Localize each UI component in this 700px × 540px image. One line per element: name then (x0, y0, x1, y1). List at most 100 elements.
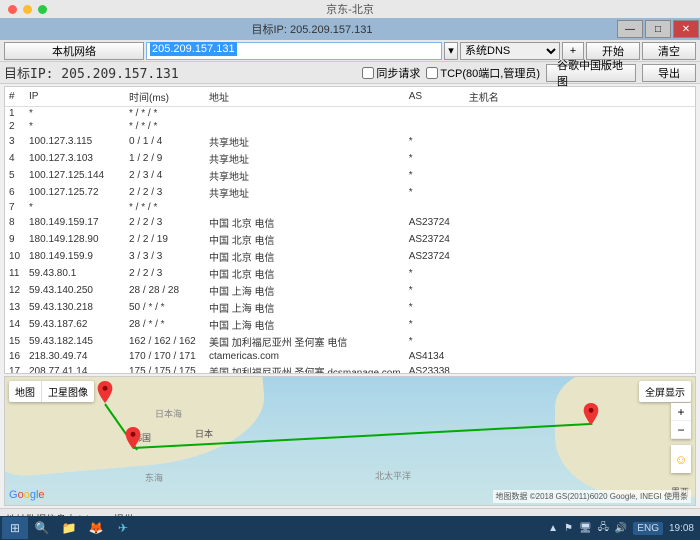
map-fullscreen-button[interactable]: 全屏显示 (639, 381, 691, 402)
trace-table-wrap[interactable]: #IP时间(ms)地址AS主机名 1** / * / *2** / * / *3… (4, 86, 696, 374)
table-cell (465, 201, 695, 214)
table-cell: 1 (5, 107, 25, 121)
table-cell: AS23724 (405, 231, 465, 248)
start-button-icon[interactable]: ⊞ (2, 517, 28, 539)
table-row[interactable]: 16218.30.49.74170 / 170 / 171ctamericas.… (5, 350, 695, 363)
tray-icon[interactable]: 🔊 (615, 523, 627, 534)
column-header[interactable]: # (5, 87, 25, 107)
table-cell: 162 / 162 / 162 (125, 333, 205, 350)
table-cell: * (405, 265, 465, 282)
tray-icon[interactable]: ▲ (548, 523, 558, 534)
table-cell: 共享地址 (205, 167, 405, 184)
streetview-peg-icon[interactable]: ☺ (671, 445, 691, 473)
table-cell (465, 248, 695, 265)
table-cell (465, 363, 695, 374)
map-pin-icon[interactable] (583, 403, 599, 425)
table-row[interactable]: 2** / * / * (5, 120, 695, 133)
table-cell: 2 / 2 / 19 (125, 231, 205, 248)
table-cell (405, 201, 465, 214)
table-row[interactable]: 8180.149.159.172 / 2 / 3中国 北京 电信AS23724 (5, 214, 695, 231)
table-cell (465, 333, 695, 350)
task-icon[interactable]: 🦊 (83, 517, 109, 539)
map-panel[interactable]: 日本海 日本 韩国 东海 北太平洋 墨西 地图 卫星图像 全屏显示 + − ☺ … (4, 376, 696, 506)
table-cell: * (25, 120, 125, 133)
mac-zoom-icon[interactable] (38, 5, 47, 14)
table-cell: 17 (5, 363, 25, 374)
clear-button[interactable]: 清空 (642, 42, 696, 60)
export-button[interactable]: 导出 (642, 64, 696, 82)
table-cell: 59.43.80.1 (25, 265, 125, 282)
table-row[interactable]: 1159.43.80.12 / 2 / 3中国 北京 电信* (5, 265, 695, 282)
map-pin-icon[interactable] (97, 381, 113, 403)
table-row[interactable]: 1359.43.130.21850 / * / *中国 上海 电信* (5, 299, 695, 316)
table-cell: * (25, 107, 125, 121)
table-cell (205, 120, 405, 133)
table-row[interactable]: 1** / * / * (5, 107, 695, 121)
map-label: 北太平洋 (375, 469, 411, 482)
tray-icon[interactable]: 🖧 (598, 520, 609, 537)
minimize-button[interactable]: — (617, 20, 643, 38)
table-cell: 中国 北京 电信 (205, 214, 405, 231)
task-icon[interactable]: 🔍 (29, 517, 55, 539)
column-header[interactable]: IP (25, 87, 125, 107)
tray-icon[interactable]: ⚑ (564, 523, 573, 534)
table-cell: 12 (5, 282, 25, 299)
windows-taskbar: ⊞ 🔍 📁 🦊 ✈ ▲ ⚑ 🖥 🖧 🔊 ENG 19:08 (0, 516, 700, 540)
table-cell: 100.127.125.72 (25, 184, 125, 201)
target-ip-input[interactable]: 205.209.157.131 (146, 42, 442, 60)
tray-icon[interactable]: 🖥 (579, 523, 592, 534)
table-cell: 59.43.140.250 (25, 282, 125, 299)
dns-select[interactable]: 系统DNS (460, 42, 560, 60)
table-cell: 100.127.3.103 (25, 150, 125, 167)
clock[interactable]: 19:08 (669, 523, 694, 534)
table-row[interactable]: 4100.127.3.1031 / 2 / 9共享地址* (5, 150, 695, 167)
table-cell: 中国 上海 电信 (205, 316, 405, 333)
map-tab-map[interactable]: 地图 (9, 381, 42, 402)
table-row[interactable]: 1459.43.187.6228 / * / *中国 上海 电信* (5, 316, 695, 333)
language-indicator[interactable]: ENG (633, 522, 663, 535)
mac-close-icon[interactable] (8, 5, 17, 14)
table-cell: 2 / 3 / 4 (125, 167, 205, 184)
map-label: 东海 (145, 471, 163, 484)
sync-request-checkbox[interactable]: 同步请求 (362, 65, 420, 81)
zoom-in-button[interactable]: + (671, 403, 691, 421)
table-cell: 11 (5, 265, 25, 282)
table-row[interactable]: 6100.127.125.722 / 2 / 3共享地址* (5, 184, 695, 201)
table-cell: * (405, 282, 465, 299)
table-row[interactable]: 7** / * / * (5, 201, 695, 214)
table-cell: 13 (5, 299, 25, 316)
task-icon[interactable]: 📁 (56, 517, 82, 539)
table-cell: * (405, 316, 465, 333)
column-header[interactable]: AS (405, 87, 465, 107)
table-row[interactable]: 5100.127.125.1442 / 3 / 4共享地址* (5, 167, 695, 184)
task-icon[interactable]: ✈ (110, 517, 136, 539)
local-network-button[interactable]: 本机网络 (4, 42, 144, 60)
ip-dropdown-icon[interactable]: ▾ (444, 42, 458, 60)
map-type-tabs[interactable]: 地图 卫星图像 (9, 381, 94, 402)
tcp80-checkbox[interactable]: TCP(80端口,管理员) (426, 65, 540, 81)
table-cell: 中国 北京 电信 (205, 231, 405, 248)
map-pin-icon[interactable] (125, 427, 141, 449)
zoom-out-button[interactable]: − (671, 421, 691, 439)
table-row[interactable]: 1559.43.182.145162 / 162 / 162美国 加利福尼亚州 … (5, 333, 695, 350)
table-cell: 美国 加利福尼亚州 圣何塞 dcsmanage.com (205, 363, 405, 374)
table-row[interactable]: 10180.149.159.93 / 3 / 3中国 北京 电信AS23724 (5, 248, 695, 265)
table-cell: * (405, 184, 465, 201)
column-header[interactable]: 时间(ms) (125, 87, 205, 107)
mac-minimize-icon[interactable] (23, 5, 32, 14)
table-row[interactable]: 3100.127.3.1150 / 1 / 4共享地址* (5, 133, 695, 150)
table-row[interactable]: 17208.77.41.14175 / 175 / 175美国 加利福尼亚州 圣… (5, 363, 695, 374)
table-cell: 共享地址 (205, 184, 405, 201)
table-row[interactable]: 1259.43.140.25028 / 28 / 28中国 上海 电信* (5, 282, 695, 299)
mac-title: 京东-北京 (326, 1, 374, 17)
google-map-button[interactable]: 谷歌中国版地图 (546, 64, 636, 82)
table-cell: 10 (5, 248, 25, 265)
column-header[interactable]: 地址 (205, 87, 405, 107)
table-row[interactable]: 9180.149.128.902 / 2 / 19中国 北京 电信AS23724 (5, 231, 695, 248)
map-tab-satellite[interactable]: 卫星图像 (42, 381, 94, 402)
column-header[interactable]: 主机名 (465, 87, 695, 107)
close-button[interactable]: ✕ (673, 20, 699, 38)
maximize-button[interactable]: □ (645, 20, 671, 38)
table-cell (465, 231, 695, 248)
table-cell: * (405, 150, 465, 167)
